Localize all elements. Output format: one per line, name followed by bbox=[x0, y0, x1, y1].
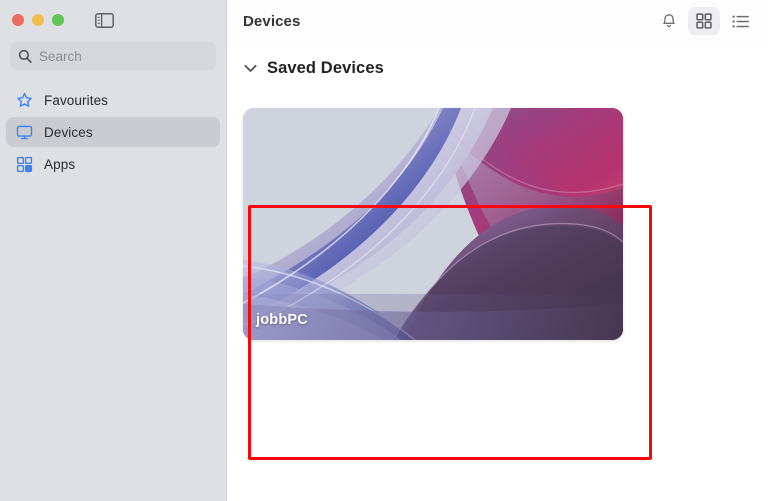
sidebar-item-favourites[interactable]: Favourites bbox=[6, 85, 220, 115]
sidebar-item-label: Apps bbox=[44, 156, 76, 172]
main-header: Devices bbox=[227, 0, 768, 42]
bloom-wallpaper bbox=[243, 108, 623, 340]
sidebar: Favourites Devices bbox=[0, 0, 227, 501]
close-window-button[interactable] bbox=[12, 14, 24, 26]
app-window: Favourites Devices bbox=[0, 0, 768, 501]
device-card-grid: jobbPC bbox=[243, 108, 652, 460]
search-icon bbox=[18, 49, 32, 63]
minimize-window-button[interactable] bbox=[32, 14, 44, 26]
star-icon bbox=[15, 91, 33, 109]
sidebar-nav: Favourites Devices Apps bbox=[0, 85, 226, 179]
section-title: Saved Devices bbox=[267, 58, 384, 77]
sidebar-item-label: Favourites bbox=[44, 92, 109, 108]
grid-view-button[interactable] bbox=[688, 7, 720, 35]
header-actions bbox=[654, 7, 756, 35]
sidebar-item-devices[interactable]: Devices bbox=[6, 117, 220, 147]
notifications-button[interactable] bbox=[654, 7, 684, 35]
window-titlebar bbox=[0, 0, 226, 40]
apps-grid-icon bbox=[15, 155, 33, 173]
main-content: Devices Saved Devices jobbPC bbox=[227, 0, 768, 501]
grid-view-icon bbox=[696, 13, 712, 29]
search-box[interactable] bbox=[10, 42, 216, 70]
maximize-window-button[interactable] bbox=[52, 14, 64, 26]
device-card-jobbpc[interactable]: jobbPC bbox=[243, 108, 623, 340]
saved-devices-section-header[interactable]: Saved Devices bbox=[227, 42, 768, 78]
sidebar-item-apps[interactable]: Apps bbox=[6, 149, 220, 179]
search-input[interactable] bbox=[39, 48, 208, 64]
chevron-down-icon[interactable] bbox=[243, 61, 257, 75]
list-view-icon bbox=[732, 14, 749, 29]
bell-icon bbox=[661, 13, 677, 30]
sidebar-toggle-icon[interactable] bbox=[94, 12, 114, 28]
window-traffic-lights bbox=[12, 14, 64, 26]
device-card-label: jobbPC bbox=[256, 312, 308, 328]
sidebar-item-label: Devices bbox=[44, 124, 93, 140]
monitor-icon bbox=[15, 123, 33, 141]
search-container bbox=[0, 40, 226, 70]
list-view-button[interactable] bbox=[724, 7, 756, 35]
page-title: Devices bbox=[243, 12, 301, 30]
